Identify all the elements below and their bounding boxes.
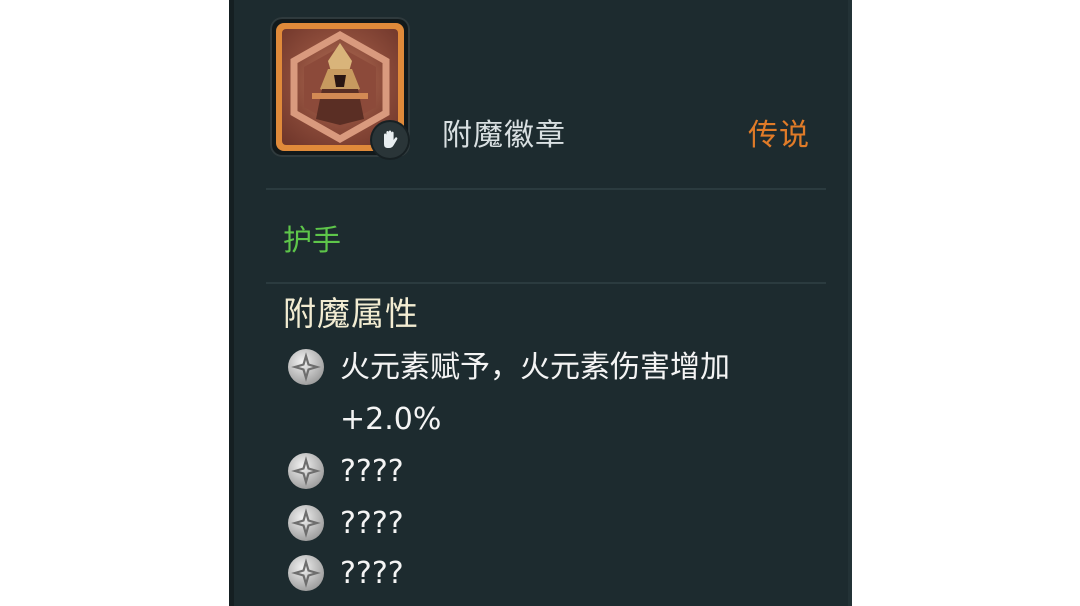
item-rarity: 传说 [748, 118, 810, 153]
item-type: 护手 [283, 223, 342, 257]
panel-left-edge [229, 0, 234, 606]
item-name: 附魔徽章 [442, 118, 566, 153]
gauntlet-icon [372, 122, 408, 158]
attribute-text: ???? [340, 556, 404, 591]
attribute-bullet-icon [288, 505, 324, 541]
attribute-bullet-icon [288, 349, 324, 385]
divider [266, 188, 826, 190]
attribute-bullet-icon [288, 453, 324, 489]
attribute-text-continued: +2.0% [340, 402, 442, 437]
attribute-text: ???? [340, 454, 404, 489]
section-title-enchant-attributes: 附魔属性 [283, 294, 419, 333]
attribute-text: ???? [340, 506, 404, 541]
divider [266, 282, 826, 284]
attribute-bullet-icon [288, 555, 324, 591]
panel-right-edge [848, 0, 852, 606]
attribute-text: 火元素赋予，火元素伤害增加 [340, 350, 730, 385]
